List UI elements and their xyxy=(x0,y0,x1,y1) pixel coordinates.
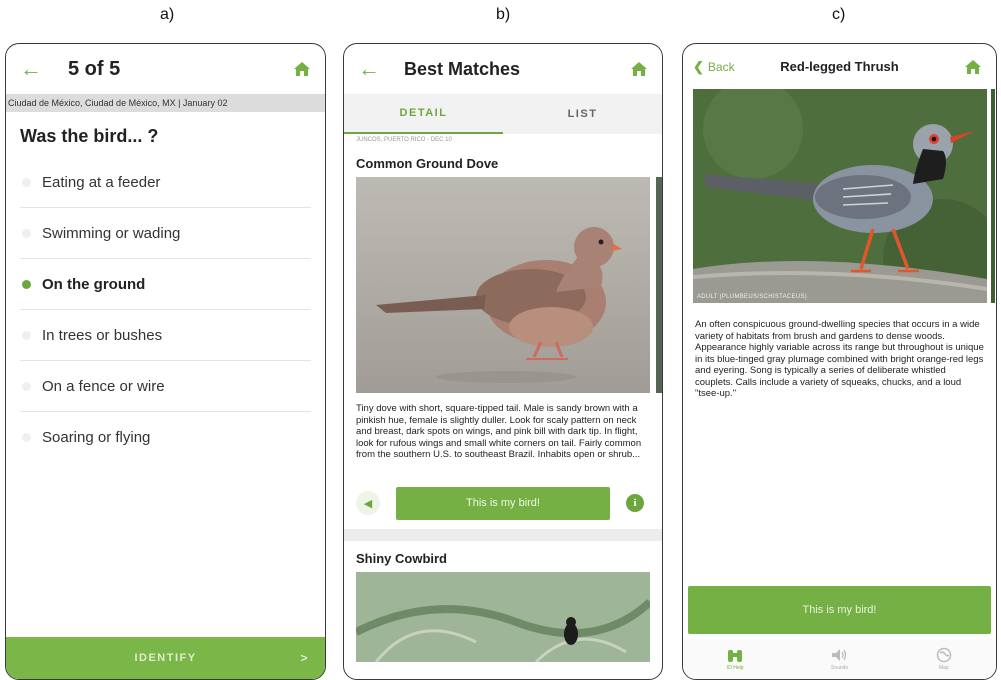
species-name: Shiny Cowbird xyxy=(356,551,447,566)
screen-species-detail: ❮ Back Red-legged Thrush ADULT (PLUMBEUS… xyxy=(682,43,997,680)
location-caption: JUNCOS, PUERTO RICO - DEC 10 xyxy=(356,137,452,143)
back-button[interactable]: ❮ Back xyxy=(693,59,735,75)
cowbird-illustration xyxy=(356,572,650,662)
radio-dot xyxy=(22,381,31,391)
identify-label: IDENTIFY xyxy=(134,652,197,664)
thrush-illustration xyxy=(693,89,987,303)
header: ← 5 of 5 xyxy=(6,44,325,94)
location-strip: Ciudad de México, Ciudad de México, MX |… xyxy=(6,94,325,112)
back-arrow-icon[interactable]: ← xyxy=(20,58,42,80)
binoculars-icon xyxy=(728,650,743,662)
screen-bird-behavior: ← 5 of 5 Ciudad de México, Ciudad de Méx… xyxy=(5,43,326,680)
option-label: On the ground xyxy=(42,275,146,293)
this-is-my-bird-button[interactable]: This is my bird! xyxy=(688,586,991,634)
this-is-my-bird-button[interactable]: This is my bird! xyxy=(396,486,610,520)
behavior-options: Eating at a feeder Swimming or wading On… xyxy=(6,157,325,463)
photo-carousel[interactable] xyxy=(344,177,662,393)
dove-illustration xyxy=(356,177,650,393)
home-icon[interactable] xyxy=(630,61,648,77)
option-label: Eating at a feeder xyxy=(42,173,161,191)
back-arrow-icon[interactable]: ← xyxy=(358,58,380,80)
option-in-trees-or-bushes[interactable]: In trees or bushes xyxy=(20,310,311,361)
page-title: 5 of 5 xyxy=(68,57,121,80)
option-on-fence-or-wire[interactable]: On a fence or wire xyxy=(20,361,311,412)
speaker-icon[interactable]: ◀ xyxy=(356,491,380,515)
option-swimming-or-wading[interactable]: Swimming or wading xyxy=(20,208,311,259)
option-on-the-ground[interactable]: On the ground xyxy=(20,259,311,310)
chevron-right-icon: > xyxy=(300,651,309,665)
nav-label: Sounds xyxy=(831,665,848,671)
species-photo[interactable] xyxy=(356,572,650,662)
screen-best-matches: ← Best Matches DETAIL LIST JUNCOS, PUERT… xyxy=(343,43,663,680)
panel-label-a: a) xyxy=(160,6,175,23)
info-icon[interactable]: i xyxy=(626,494,644,512)
nav-id-help[interactable]: ID Help xyxy=(683,639,787,679)
option-label: In trees or bushes xyxy=(42,326,163,344)
header: ← Best Matches xyxy=(344,44,662,94)
option-label: On a fence or wire xyxy=(42,377,165,395)
page-title: Best Matches xyxy=(404,58,521,79)
tab-list[interactable]: LIST xyxy=(503,94,662,134)
panel-label-b: b) xyxy=(496,6,511,23)
chevron-left-icon: ❮ xyxy=(693,58,704,74)
nav-map[interactable]: Map xyxy=(892,639,996,679)
nav-sounds[interactable]: Sounds xyxy=(787,639,891,679)
photo-carousel[interactable]: ADULT (PLUMBEUS/SCHISTACEUS) xyxy=(683,89,996,303)
identify-button[interactable]: IDENTIFY > xyxy=(6,637,325,679)
nav-label: ID Help xyxy=(726,665,744,671)
option-soaring-or-flying[interactable]: Soaring or flying xyxy=(20,412,311,463)
section-divider xyxy=(344,529,662,541)
species-name: Common Ground Dove xyxy=(356,156,499,171)
home-icon[interactable] xyxy=(964,59,982,75)
species-photo: ADULT (PLUMBEUS/SCHISTACEUS) xyxy=(693,89,987,303)
radio-dot xyxy=(22,433,31,442)
radio-dot-selected xyxy=(22,279,31,289)
tab-bar: DETAIL LIST xyxy=(344,94,662,134)
option-label: Swimming or wading xyxy=(42,224,181,242)
question-heading: Was the bird... ? xyxy=(20,126,159,146)
species-photo xyxy=(356,177,650,393)
home-icon[interactable] xyxy=(293,61,311,77)
radio-dot xyxy=(22,177,31,187)
option-label: Soaring or flying xyxy=(42,429,151,446)
option-eating-at-feeder[interactable]: Eating at a feeder xyxy=(20,157,311,208)
speaker-icon xyxy=(832,649,847,661)
back-label: Back xyxy=(707,59,735,74)
species-description: An often conspicuous ground-dwelling spe… xyxy=(695,319,984,399)
action-row: ◀ This is my bird! i xyxy=(344,485,662,521)
species-description: Tiny dove with short, square-tipped tail… xyxy=(356,403,642,460)
radio-dot xyxy=(22,228,31,238)
next-photo-peek xyxy=(991,89,995,303)
radio-dot xyxy=(22,330,31,340)
header: ❮ Back Red-legged Thrush xyxy=(683,44,996,89)
nav-label: Map xyxy=(938,665,949,671)
panel-label-c: c) xyxy=(832,6,846,23)
next-photo-peek xyxy=(656,177,662,393)
globe-icon xyxy=(936,647,952,663)
tab-detail[interactable]: DETAIL xyxy=(344,94,503,134)
photo-caption: ADULT (PLUMBEUS/SCHISTACEUS) xyxy=(697,294,808,300)
bottom-nav: ID Help Sounds Map xyxy=(683,639,996,679)
